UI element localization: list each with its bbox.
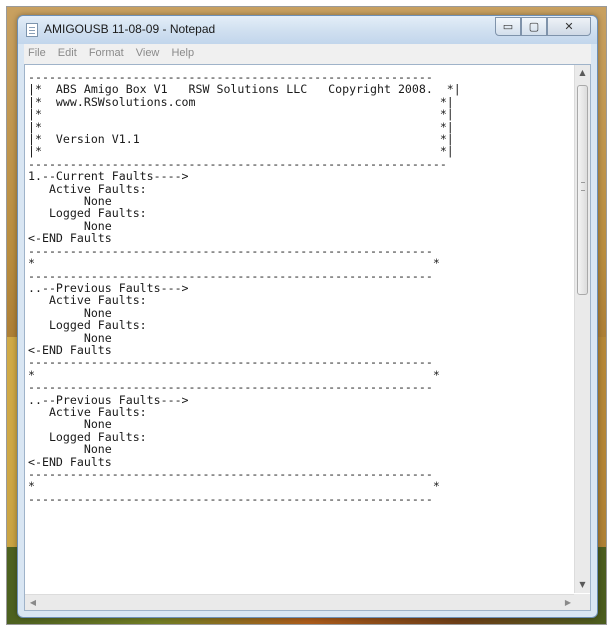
maximize-button[interactable]: ▢ <box>521 17 547 36</box>
title-bar[interactable]: AMIGOUSB 11-08-09 - Notepad ▭ ▢ ✕ <box>18 16 597 44</box>
scroll-up-arrow-icon[interactable]: ▲ <box>575 65 590 81</box>
menu-edit[interactable]: Edit <box>54 44 82 59</box>
menu-help[interactable]: Help <box>167 44 199 59</box>
menu-file[interactable]: File <box>24 44 51 59</box>
vertical-scroll-thumb[interactable] <box>577 85 588 295</box>
scroll-down-arrow-icon[interactable]: ▼ <box>575 577 590 593</box>
notepad-window[interactable]: AMIGOUSB 11-08-09 - Notepad ▭ ▢ ✕ File E… <box>17 15 598 618</box>
minimize-button[interactable]: ▭ <box>495 17 521 36</box>
vertical-scrollbar[interactable]: ▲ ▼ <box>574 65 590 593</box>
scrollbar-corner <box>574 594 590 610</box>
document-text[interactable]: ----------------------------------------… <box>28 71 574 505</box>
notepad-icon[interactable] <box>26 23 38 37</box>
menu-bar: File Edit Format View Help <box>24 44 591 64</box>
menu-view[interactable]: View <box>132 44 165 59</box>
caption-buttons: ▭ ▢ ✕ <box>495 17 591 37</box>
close-button[interactable]: ✕ <box>547 17 591 36</box>
scroll-left-arrow-icon[interactable]: ◀ <box>25 595 41 610</box>
horizontal-scrollbar[interactable]: ◀ ▶ <box>25 594 576 610</box>
menu-format[interactable]: Format <box>85 44 129 59</box>
window-title: AMIGOUSB 11-08-09 - Notepad <box>44 22 216 36</box>
text-editor-area[interactable]: ----------------------------------------… <box>24 64 591 611</box>
desktop-background: AMIGOUSB 11-08-09 - Notepad ▭ ▢ ✕ File E… <box>6 6 607 625</box>
document-line: ----------------------------------------… <box>28 491 433 506</box>
